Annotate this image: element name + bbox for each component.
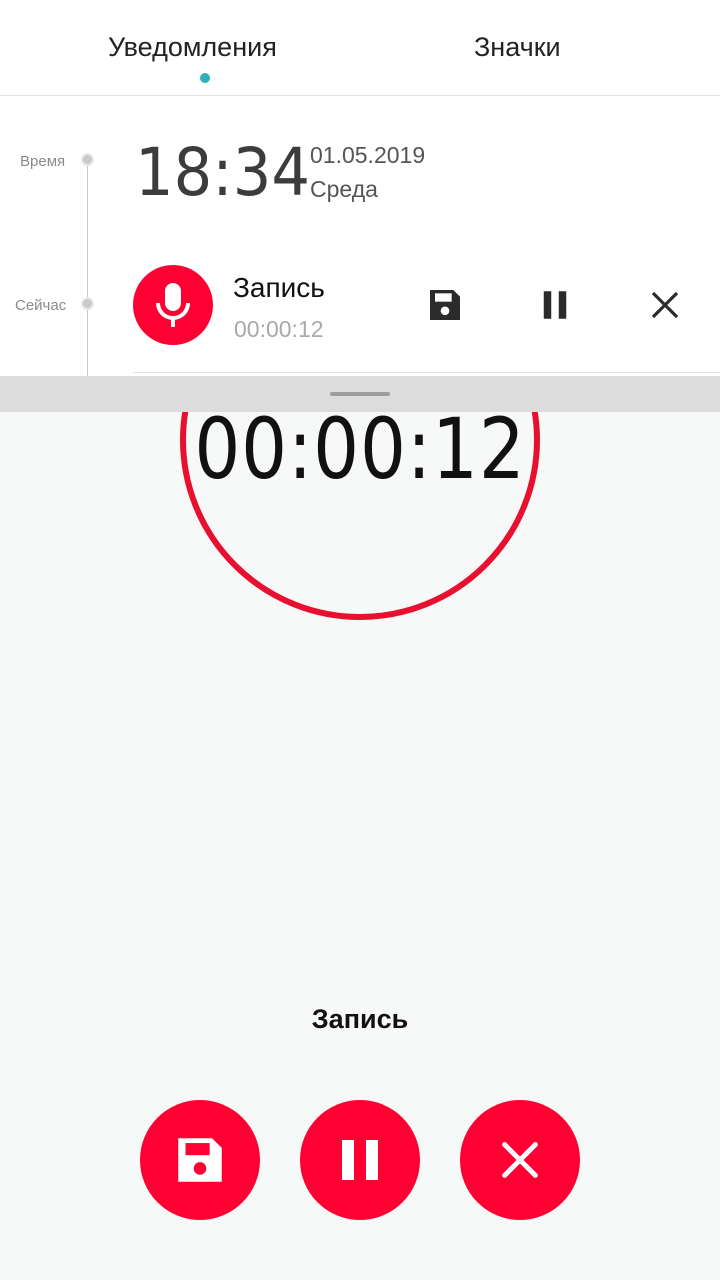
notification-divider xyxy=(133,372,720,373)
active-tab-indicator xyxy=(200,73,210,83)
close-icon xyxy=(651,291,679,319)
timeline-time-label: Время xyxy=(20,153,66,170)
pause-icon xyxy=(342,1140,378,1180)
shade-drag-bar[interactable] xyxy=(0,376,720,412)
clock-date: 01.05.2019 xyxy=(310,142,426,168)
recorder-notification-icon[interactable] xyxy=(133,265,213,345)
timeline-line xyxy=(87,160,88,376)
close-icon xyxy=(502,1142,538,1178)
save-recording-button[interactable] xyxy=(140,1100,260,1220)
notification-shade: Уведомления Значки Время Сейчас 18:34 01… xyxy=(0,0,720,376)
save-icon xyxy=(178,1138,222,1182)
cancel-recording-button[interactable] xyxy=(460,1100,580,1220)
pause-recording-button[interactable] xyxy=(300,1100,420,1220)
timeline-dot xyxy=(81,153,94,166)
notification-title[interactable]: Запись xyxy=(233,272,325,304)
notification-save-button[interactable] xyxy=(415,275,475,335)
microphone-icon xyxy=(156,283,190,327)
notification-elapsed: 00:00:12 xyxy=(234,316,324,342)
clock-time: 18:34 xyxy=(135,134,310,211)
tab-notifications[interactable]: Уведомления xyxy=(108,32,277,63)
save-icon xyxy=(430,290,460,320)
recording-status: Запись xyxy=(311,1004,409,1034)
drag-handle[interactable] xyxy=(330,392,390,396)
timeline-dot xyxy=(81,297,94,310)
shade-tabs: Уведомления Значки xyxy=(0,0,720,96)
notification-pause-button[interactable] xyxy=(525,275,585,335)
clock-weekday: Среда xyxy=(310,176,378,202)
tab-icons[interactable]: Значки xyxy=(474,32,561,63)
recording-timer: 00:00:12 xyxy=(194,400,526,498)
pause-icon xyxy=(543,291,567,319)
timeline-now-label: Сейчас xyxy=(15,297,67,314)
notification-close-button[interactable] xyxy=(635,275,695,335)
